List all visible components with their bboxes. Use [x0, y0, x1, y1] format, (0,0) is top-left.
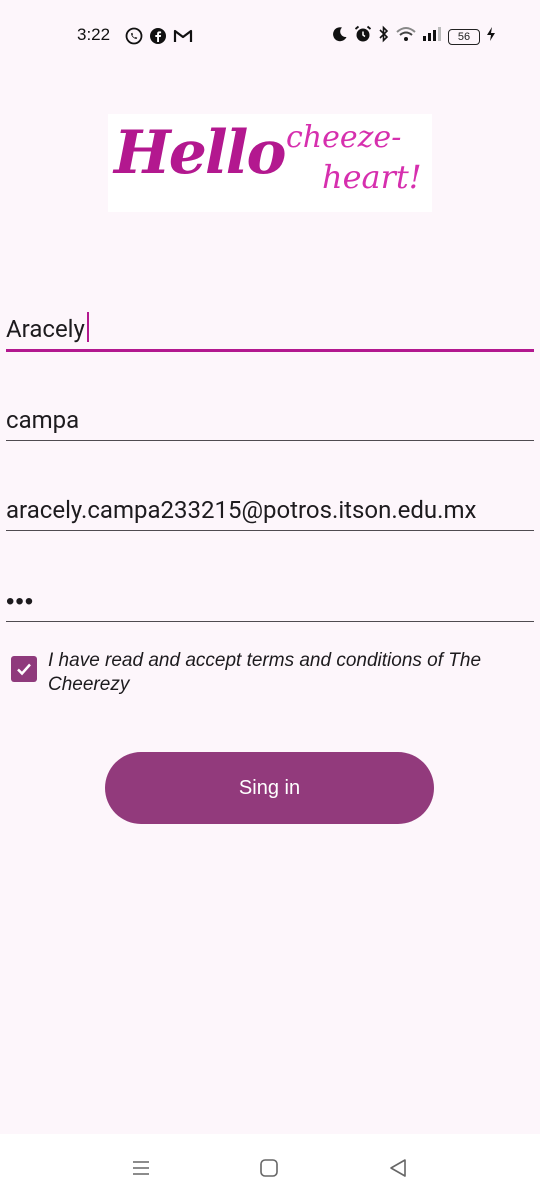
last-name-value: campa	[6, 406, 80, 434]
last-name-field[interactable]: campa	[6, 391, 534, 441]
check-icon	[17, 663, 31, 676]
status-time: 3:22	[77, 25, 111, 44]
password-value: •••	[6, 588, 35, 615]
recents-button[interactable]	[127, 1154, 155, 1182]
whatsapp-icon	[125, 27, 143, 50]
notification-icons	[125, 27, 193, 50]
navigation-bar	[0, 1134, 540, 1200]
status-bar: 3:22 56	[0, 0, 540, 72]
back-icon	[390, 1159, 406, 1177]
logo-subtext-2: heart!	[322, 158, 422, 196]
battery-icon: 56	[448, 28, 480, 45]
gmail-icon	[173, 28, 193, 49]
email-value: aracely.campa233215@potros.itson.edu.mx	[6, 496, 477, 524]
wifi-icon	[396, 26, 416, 47]
password-field[interactable]: •••	[6, 572, 534, 622]
first-name-value: Aracely	[6, 315, 85, 343]
home-icon	[260, 1159, 278, 1177]
bluetooth-icon	[378, 25, 390, 48]
back-button[interactable]	[384, 1154, 412, 1182]
system-icons: 56	[332, 25, 496, 48]
sign-in-button[interactable]: Sing in	[105, 752, 434, 824]
first-name-field[interactable]: Aracely	[6, 302, 534, 352]
signal-icon	[422, 26, 442, 47]
terms-label[interactable]: I have read and accept terms and conditi…	[48, 649, 534, 697]
charging-icon	[486, 26, 496, 47]
email-field[interactable]: aracely.campa233215@potros.itson.edu.mx	[6, 481, 534, 531]
logo-hello-text: Hello	[114, 118, 286, 188]
moon-icon	[332, 26, 348, 47]
home-button[interactable]	[255, 1154, 283, 1182]
terms-checkbox[interactable]	[11, 656, 37, 682]
alarm-icon	[354, 25, 372, 48]
facebook-icon	[149, 27, 167, 50]
hello-cheezeheart-logo: Hello cheeze- heart!	[108, 114, 432, 212]
text-cursor	[86, 312, 89, 342]
logo-subtext-1: cheeze-	[286, 120, 402, 155]
recents-icon	[133, 1161, 149, 1175]
